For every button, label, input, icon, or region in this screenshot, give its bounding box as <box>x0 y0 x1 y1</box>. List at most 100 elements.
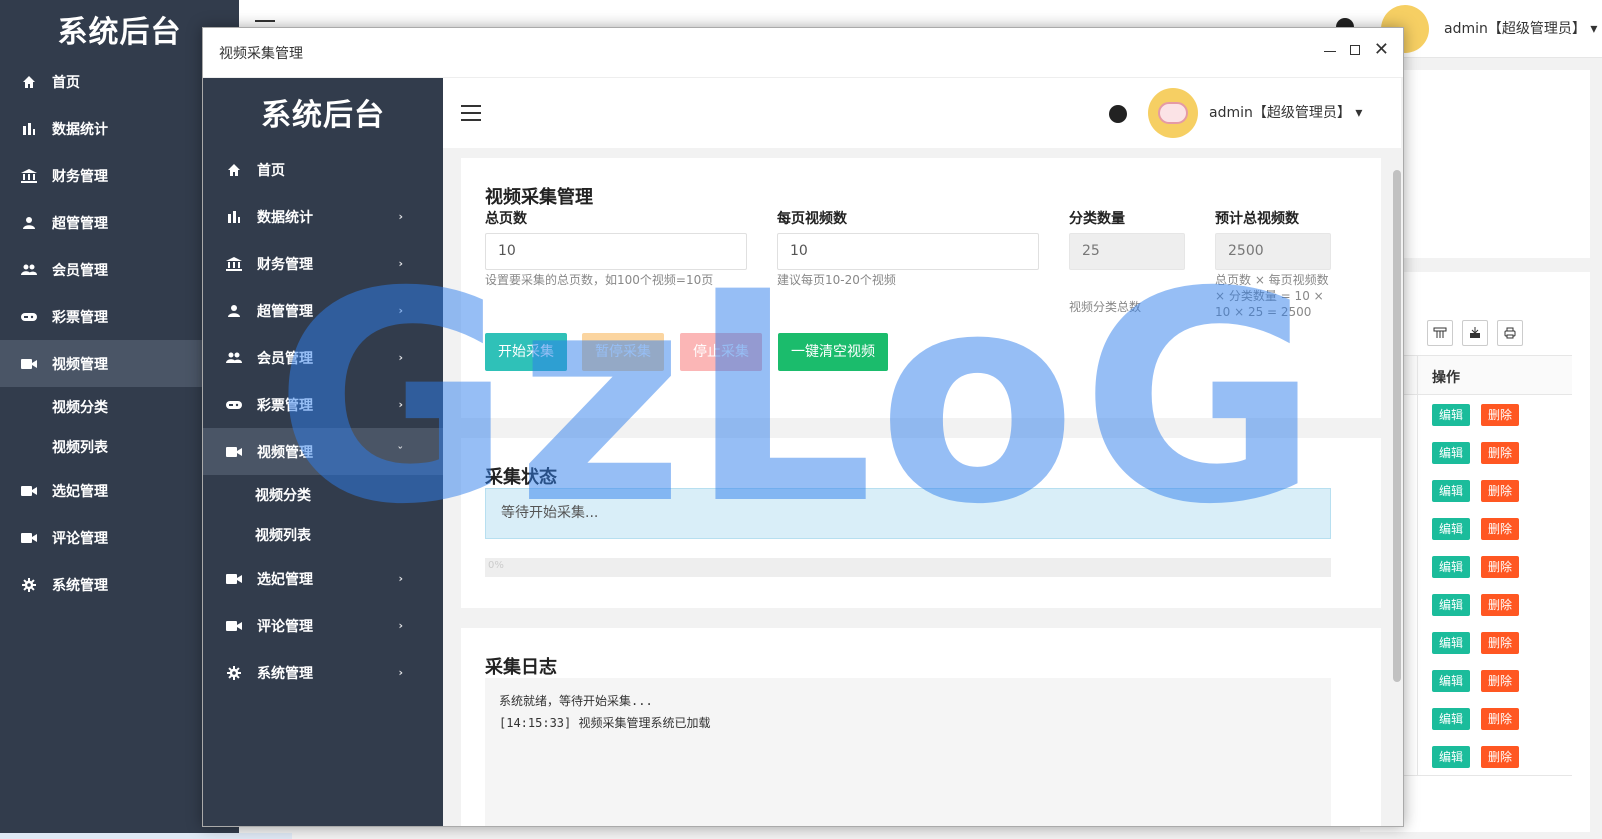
sidebar-item-label: 彩票管理 <box>257 397 313 414</box>
sidebar-item[interactable]: 首页 <box>203 146 443 193</box>
delete-button[interactable]: 删除 <box>1481 556 1520 578</box>
chevron-icon: › <box>398 666 403 679</box>
palette-icon[interactable] <box>1109 105 1127 123</box>
home-icon <box>225 162 243 178</box>
delete-button[interactable]: 删除 <box>1481 670 1520 692</box>
user-menu[interactable]: admin【超级管理员】 ▾ <box>1444 18 1597 38</box>
user-menu[interactable]: admin【超级管理员】 ▾ <box>1209 102 1362 122</box>
close-icon[interactable]: ✕ <box>1374 41 1389 59</box>
user-icon <box>20 215 38 231</box>
delete-button[interactable]: 删除 <box>1481 746 1520 768</box>
columns-filter-icon[interactable] <box>1427 320 1453 346</box>
log-line: 系统就绪，等待开始采集... <box>499 694 653 708</box>
edit-button[interactable]: 编辑 <box>1432 518 1471 540</box>
sidebar-item-label: 首页 <box>52 74 80 91</box>
delete-button[interactable]: 删除 <box>1481 594 1520 616</box>
window-title-bar[interactable]: 视频采集管理 <box>203 28 1403 78</box>
start-collect-button[interactable]: 开始采集 <box>485 333 567 371</box>
edit-button[interactable]: 编辑 <box>1432 442 1471 464</box>
delete-button[interactable]: 删除 <box>1481 404 1520 426</box>
status-title: 采集状态 <box>485 467 557 488</box>
user-icon <box>225 303 243 319</box>
edit-button[interactable]: 编辑 <box>1432 404 1471 426</box>
chevron-icon: › <box>398 572 403 585</box>
clear-videos-button[interactable]: 一键清空视频 <box>778 333 888 371</box>
menu-toggle-icon[interactable] <box>461 105 481 126</box>
print-icon[interactable] <box>1497 320 1523 346</box>
home-icon <box>20 74 38 90</box>
edit-button[interactable]: 编辑 <box>1432 480 1471 502</box>
sidebar-item[interactable]: 财务管理 › <box>203 240 443 287</box>
edit-button[interactable]: 编辑 <box>1432 670 1471 692</box>
bar-chart-icon <box>20 121 38 137</box>
sidebar-item-label: 超管管理 <box>257 303 313 320</box>
gamepad-icon <box>225 397 243 413</box>
maximize-icon[interactable] <box>1349 45 1360 55</box>
categories-label: 分类数量 <box>1069 211 1125 227</box>
delete-button[interactable]: 删除 <box>1481 442 1520 464</box>
export-icon[interactable] <box>1462 320 1488 346</box>
sidebar-item-label: 首页 <box>257 162 285 179</box>
chevron-icon: › <box>398 619 403 632</box>
sidebar-item[interactable]: 彩票管理 › <box>203 381 443 428</box>
taskbar-strip <box>0 833 292 839</box>
sidebar-item[interactable]: 评论管理 › <box>203 602 443 649</box>
sidebar-item-label: 视频管理 <box>52 356 108 373</box>
delete-button[interactable]: 删除 <box>1481 518 1520 540</box>
sidebar-item[interactable]: 会员管理 › <box>203 334 443 381</box>
delete-button[interactable]: 删除 <box>1481 632 1520 654</box>
edit-button[interactable]: 编辑 <box>1432 708 1471 730</box>
scrollbar-thumb[interactable] <box>1393 170 1401 682</box>
card-title: 视频采集管理 <box>485 187 593 208</box>
stop-collect-button[interactable]: 停止采集 <box>680 333 762 371</box>
edit-button[interactable]: 编辑 <box>1432 556 1471 578</box>
pause-collect-button[interactable]: 暂停采集 <box>582 333 664 371</box>
sidebar-item-label: 视频管理 <box>257 444 313 461</box>
gear-icon <box>225 665 243 681</box>
users-icon <box>225 350 243 366</box>
progress-bar: 0% <box>485 558 1331 577</box>
total-pages-input[interactable]: 10 <box>485 233 747 270</box>
sidebar-item-label: 数据统计 <box>52 121 108 138</box>
log-output: 系统就绪，等待开始采集... [14:15:33] 视频采集管理系统已加载 <box>485 678 1331 826</box>
edit-button[interactable]: 编辑 <box>1432 746 1471 768</box>
video-collect-window: 视频采集管理 ✕ 系统后台 首页 数据统计 › 财务管理 › 超管管理 › 会员管理 › 彩票管理… <box>202 27 1404 827</box>
bar-chart-icon <box>225 209 243 225</box>
minimize-icon[interactable] <box>1323 50 1336 52</box>
edit-button[interactable]: 编辑 <box>1432 632 1471 654</box>
sidebar-item-label: 财务管理 <box>257 256 313 273</box>
sidebar-subitem[interactable]: 视频列表 <box>203 515 443 555</box>
sidebar-item[interactable]: 选妃管理 › <box>203 555 443 602</box>
inner-header: admin【超级管理员】 ▾ <box>443 78 1401 148</box>
chevron-icon: › <box>398 351 403 364</box>
collect-status-card: 采集状态 等待开始采集... 0% <box>461 438 1381 608</box>
sidebar-item-label: 会员管理 <box>52 262 108 279</box>
collect-settings-card: 视频采集管理 总页数 10 设置要采集的总页数，如100个视频=10页 每页视频… <box>461 158 1381 418</box>
inner-sidebar-logo: 系统后台 <box>261 98 385 133</box>
edit-button[interactable]: 编辑 <box>1432 594 1471 616</box>
chevron-icon: › <box>398 210 403 223</box>
video-icon <box>225 444 243 460</box>
bank-icon <box>20 168 38 184</box>
log-title: 采集日志 <box>485 657 557 678</box>
log-line: [14:15:33] 视频采集管理系统已加载 <box>499 716 711 730</box>
delete-button[interactable]: 删除 <box>1481 708 1520 730</box>
sidebar-item-label: 彩票管理 <box>52 309 108 326</box>
sidebar-item[interactable]: 数据统计 › <box>203 193 443 240</box>
video-icon <box>20 530 38 546</box>
per-page-input[interactable]: 10 <box>777 233 1039 270</box>
chevron-icon: › <box>398 304 403 317</box>
video-icon <box>20 483 38 499</box>
sidebar-item[interactable]: 超管管理 › <box>203 287 443 334</box>
video-icon <box>225 571 243 587</box>
inner-sidebar: 系统后台 首页 数据统计 › 财务管理 › 超管管理 › 会员管理 › 彩票管理 › 视频管理 ˇ 视频分… <box>203 78 443 826</box>
gear-icon <box>20 577 38 593</box>
video-icon <box>20 356 38 372</box>
sidebar-item[interactable]: 视频管理 ˇ <box>203 428 443 475</box>
sidebar-item-label: 数据统计 <box>257 209 313 226</box>
sidebar-item[interactable]: 系统管理 › <box>203 649 443 696</box>
avatar[interactable] <box>1148 88 1198 138</box>
total-pages-help: 设置要采集的总页数，如100个视频=10页 <box>485 273 714 287</box>
sidebar-subitem[interactable]: 视频分类 <box>203 475 443 515</box>
delete-button[interactable]: 删除 <box>1481 480 1520 502</box>
